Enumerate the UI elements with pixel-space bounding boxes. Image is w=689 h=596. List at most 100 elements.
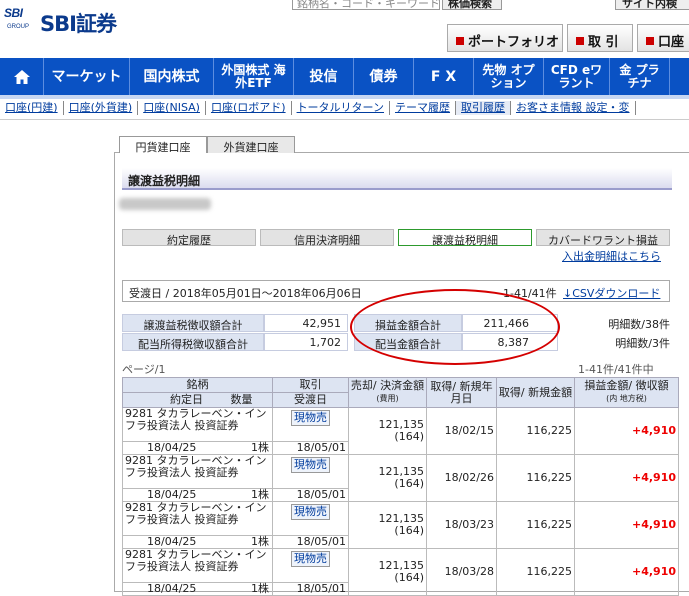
stock-name[interactable]: 9281 タカラレーベン・インフラ投資法人 投資証券 (122, 501, 273, 536)
nav-domestic-stock[interactable]: 国内株式 (130, 58, 214, 96)
col-suryo: 数量 (230, 393, 253, 406)
search-input[interactable]: 銘柄名・コード・キーワード (292, 0, 440, 10)
account-label: 口座 (658, 35, 685, 50)
acquisition-date: 18/03/23 (426, 501, 497, 549)
csv-download-link[interactable]: ↓CSVダウンロード (563, 285, 660, 301)
stock-name[interactable]: 9281 タカラレーベン・インフラ投資法人 投資証券 (122, 454, 273, 489)
col-baikyaku-label: 売却/ 決済金額 (350, 379, 425, 392)
quantity: 1株 (251, 488, 269, 501)
col-shutoku-amt: 取得/ 新規金額 (496, 377, 575, 408)
site-search-button[interactable]: サイト内検 (615, 0, 689, 10)
tab-foreign-account[interactable]: 外貨建口座 (207, 136, 295, 154)
nav-foreign-stock[interactable]: 外国株式 海外ETF (214, 58, 294, 96)
col-yakujo: 約定日 (170, 393, 203, 406)
tab-capital-gains-tax[interactable]: 譲渡益税明細 (398, 229, 532, 247)
summary-label: 配当所得税徴収額合計 (122, 333, 264, 351)
logo-name: SBI証券 (40, 12, 117, 36)
history-table: 銘柄 取引 売却/ 決済金額 (費用) 取得/ 新規年月日 取得/ 新規金額 損益… (122, 377, 679, 596)
deposit-withdrawal-link[interactable]: 入出金明細はこちら (562, 248, 661, 264)
sale-amount-cell: 121,135 (164) (348, 501, 427, 549)
profit-loss: +4,910 (574, 548, 679, 596)
red-square-icon (456, 37, 464, 45)
delivery-date: 18/05/01 (272, 488, 349, 502)
trade-type-cell: 現物売 (272, 454, 349, 489)
tab-yen-account[interactable]: 円貨建口座 (119, 136, 207, 154)
execution-cell: 18/04/25 1株 (122, 441, 273, 455)
nav-cfd[interactable]: CFD eワラント (544, 58, 610, 96)
execution-date: 18/04/25 (147, 488, 197, 501)
trade-type[interactable]: 現物売 (291, 504, 330, 520)
stock-name[interactable]: 9281 タカラレーベン・インフラ投資法人 投資証券 (122, 407, 273, 442)
subnav-total-return[interactable]: トータルリターン (292, 101, 391, 115)
sale-fee: (164) (394, 524, 424, 537)
trade-type[interactable]: 現物売 (291, 457, 330, 473)
table-row: 9281 タカラレーベン・インフラ投資法人 投資証券 現物売 121,135 (164… (122, 548, 679, 596)
execution-date: 18/04/25 (147, 582, 197, 595)
execution-cell: 18/04/25 1株 (122, 582, 273, 596)
page-indicator: ページ/1 (122, 363, 166, 376)
acquisition-date: 18/02/15 (426, 407, 497, 455)
subnav-account-nisa[interactable]: 口座(NISA) (138, 101, 206, 115)
red-square-icon (576, 37, 584, 45)
summary-note: 明細数/38件 (608, 318, 670, 331)
execution-date: 18/04/25 (147, 441, 197, 454)
portfolio-button[interactable]: ポートフォリオ (447, 24, 563, 52)
date-range: 受渡日 / 2018年05月01日〜2018年06月06日 (129, 287, 362, 300)
nav-gold[interactable]: 金 プラチナ (610, 58, 670, 96)
col-ukewatashi: 受渡日 (272, 392, 349, 408)
sale-fee: (164) (394, 430, 424, 443)
divider (0, 119, 689, 120)
execution-cell: 18/04/25 1株 (122, 488, 273, 502)
profit-loss: +4,910 (574, 407, 679, 455)
tab-execution-history[interactable]: 約定履歴 (122, 229, 256, 247)
stock-search-button[interactable]: 株価検索 (442, 0, 502, 10)
subnav-customer-settings[interactable]: お客さま情報 設定・変 (511, 101, 636, 115)
subnav-trade-history[interactable]: 取引履歴 (456, 101, 512, 115)
trade-button[interactable]: 取 引 (567, 24, 633, 52)
subnav-account-foreign[interactable]: 口座(外貨建) (64, 101, 139, 115)
acquisition-date: 18/03/28 (426, 548, 497, 596)
tab-margin-settlement[interactable]: 信用決済明細 (260, 229, 394, 247)
subnav-account-yen[interactable]: 口座(円建) (0, 101, 64, 115)
trade-type[interactable]: 現物売 (291, 551, 330, 567)
home-button[interactable] (0, 58, 44, 96)
sbi-logo[interactable]: SBI GROUP SBI証券 (4, 6, 154, 36)
home-icon (13, 70, 30, 84)
delivery-date: 18/05/01 (272, 535, 349, 549)
acquisition-amount: 116,225 (496, 501, 575, 549)
col-yakujo-suryo: 約定日 数量 (122, 392, 273, 408)
acquisition-amount: 116,225 (496, 454, 575, 502)
redacted-account-name (119, 198, 211, 210)
sub-nav: 口座(円建) 口座(外貨建) 口座(NISA) 口座(ロボアド) トータルリター… (0, 101, 689, 117)
red-square-icon (646, 37, 654, 45)
trade-type[interactable]: 現物売 (291, 410, 330, 426)
stock-name[interactable]: 9281 タカラレーベン・インフラ投資法人 投資証券 (122, 548, 273, 583)
nav-bond[interactable]: 債券 (354, 58, 414, 96)
summary-note: 明細数/3件 (615, 337, 670, 350)
tab-covered-warrant[interactable]: カバードワラント損益 (536, 229, 670, 247)
table-row: 9281 タカラレーベン・インフラ投資法人 投資証券 現物売 121,135 (164… (122, 454, 679, 502)
col-torihiki: 取引 (272, 377, 349, 393)
nav-futures[interactable]: 先物 オプション (474, 58, 544, 96)
execution-cell: 18/04/25 1株 (122, 535, 273, 549)
sale-amount-cell: 121,135 (164) (348, 407, 427, 455)
sale-amount-cell: 121,135 (164) (348, 548, 427, 596)
subnav-theme-history[interactable]: テーマ履歴 (390, 101, 457, 115)
nav-market[interactable]: マーケット (44, 58, 130, 96)
col-baikyaku: 売却/ 決済金額 (費用) (348, 377, 427, 408)
nav-fund[interactable]: 投信 (294, 58, 354, 96)
sale-fee: (164) (394, 571, 424, 584)
profit-loss: +4,910 (574, 501, 679, 549)
nav-fx[interactable]: F X (414, 58, 474, 96)
account-button[interactable]: 口座 (637, 24, 689, 52)
col-meigara: 銘柄 (122, 377, 273, 393)
trade-type-cell: 現物売 (272, 501, 349, 536)
sale-amount-cell: 121,135 (164) (348, 454, 427, 502)
download-arrow-icon: ↓ (563, 287, 573, 300)
acquisition-amount: 116,225 (496, 407, 575, 455)
subnav-account-robo[interactable]: 口座(ロボアド) (206, 101, 292, 115)
quantity: 1株 (251, 441, 269, 454)
summary-label: 譲渡益税徴収額合計 (122, 314, 264, 332)
summary-value: 1,702 (264, 333, 348, 351)
logo-mark: SBI (4, 6, 23, 20)
